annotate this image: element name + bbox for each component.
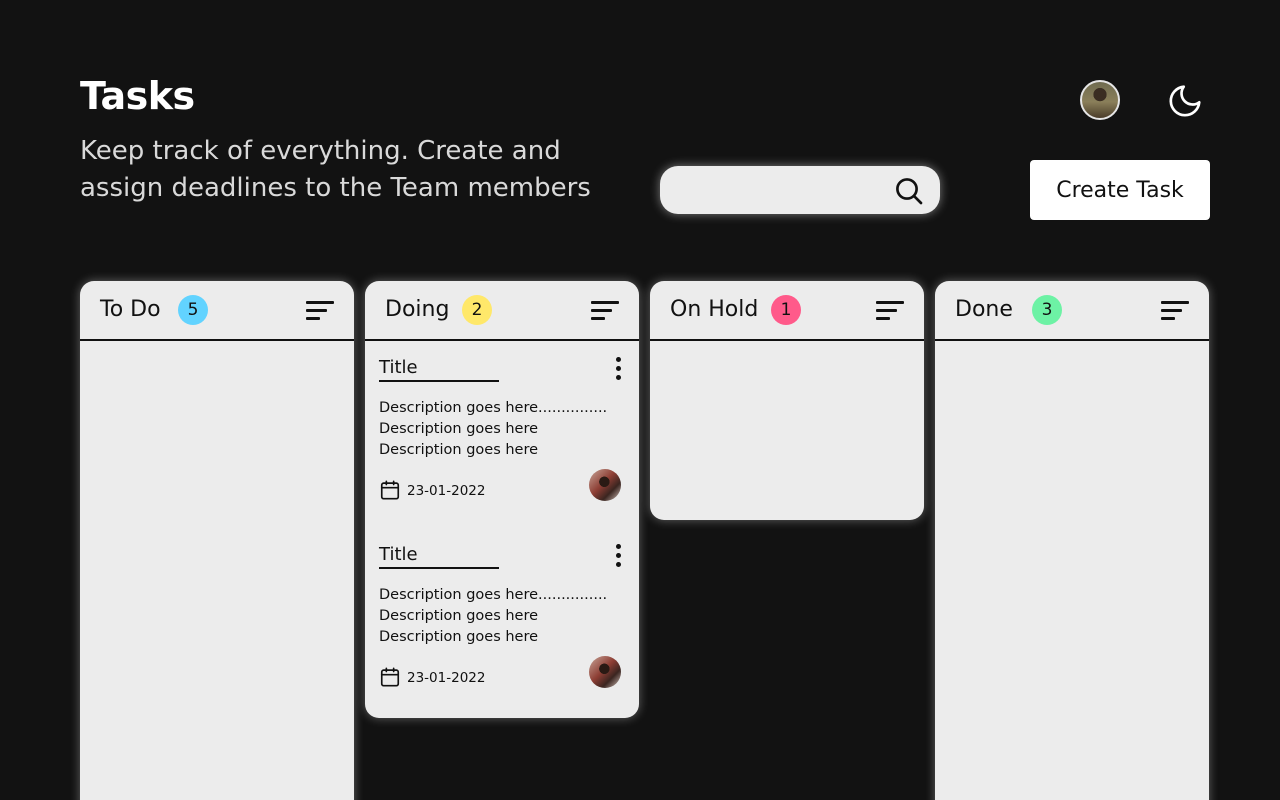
sort-icon-line [1161, 317, 1175, 320]
calendar-icon [380, 667, 400, 687]
task-card[interactable]: Title Description goes here.............… [365, 341, 639, 528]
sort-icon [591, 301, 619, 304]
column-header: Doing 2 [365, 281, 639, 341]
column-header: On Hold 1 [650, 281, 924, 341]
card-due-date: 23-01-2022 [407, 670, 486, 686]
create-task-button[interactable]: Create Task [1030, 160, 1210, 220]
card-title: Title [379, 544, 499, 569]
card-menu-button[interactable] [611, 544, 625, 572]
count-badge: 1 [771, 295, 801, 325]
column-on-hold: On Hold 1 [650, 281, 924, 520]
more-vertical-icon [616, 544, 621, 549]
more-vertical-icon-dot [616, 553, 621, 558]
column-header: To Do 5 [80, 281, 354, 341]
sort-icon-line [591, 317, 605, 320]
card-description-line: Description goes here............... [379, 400, 608, 416]
card-description-line: Description goes here [379, 421, 539, 437]
sort-button[interactable] [591, 301, 621, 323]
search-icon [896, 178, 923, 205]
task-card[interactable]: Title Description goes here.............… [365, 528, 639, 715]
column-done: Done 3 [935, 281, 1209, 800]
card-title: Title [379, 357, 499, 382]
column-title: On Hold [670, 297, 759, 322]
more-vertical-icon [616, 357, 621, 362]
sort-button[interactable] [876, 301, 906, 323]
column-title: Doing [385, 297, 450, 322]
card-menu-button[interactable] [611, 357, 625, 385]
assignee-avatar[interactable] [589, 656, 621, 688]
count-badge: 2 [462, 295, 492, 325]
sort-icon-line [876, 317, 890, 320]
moon-icon [1169, 85, 1201, 117]
assignee-avatar[interactable] [589, 469, 621, 501]
column-title: Done [955, 297, 1013, 322]
column-header: Done 3 [935, 281, 1209, 341]
sort-button[interactable] [1161, 301, 1191, 323]
search-input[interactable] [660, 166, 880, 214]
more-vertical-icon-dot [616, 562, 621, 567]
column-title: To Do [100, 297, 161, 322]
count-badge: 3 [1032, 295, 1062, 325]
column-doing: Doing 2 Title Description goes here.....… [365, 281, 639, 718]
sort-icon [876, 301, 904, 304]
theme-toggle-button[interactable] [1164, 80, 1206, 122]
sort-icon-line [1161, 309, 1182, 312]
search-box [660, 166, 940, 214]
column-todo: To Do 5 [80, 281, 354, 800]
page-subtitle: Keep track of everything. Create and ass… [80, 136, 591, 203]
more-vertical-icon-dot [616, 366, 621, 371]
calendar-icon [380, 480, 400, 500]
page-title: Tasks [80, 74, 195, 118]
sort-icon-line [306, 317, 320, 320]
card-description-line: Description goes here [379, 629, 539, 645]
card-description-line: Description goes here............... [379, 587, 608, 603]
card-description: Description goes here............... Des… [379, 585, 607, 648]
user-avatar[interactable] [1080, 80, 1120, 120]
sort-icon [1161, 301, 1189, 304]
card-description: Description goes here............... Des… [379, 398, 607, 461]
sort-icon-line [306, 309, 327, 312]
card-description-line: Description goes here [379, 442, 539, 458]
more-vertical-icon-dot [616, 375, 621, 380]
sort-icon-line [591, 309, 612, 312]
count-badge: 5 [178, 295, 208, 325]
card-due-date: 23-01-2022 [407, 483, 486, 499]
sort-icon [306, 301, 334, 304]
search-button[interactable] [892, 174, 926, 208]
sort-icon-line [876, 309, 897, 312]
sort-button[interactable] [306, 301, 336, 323]
card-description-line: Description goes here [379, 608, 539, 624]
